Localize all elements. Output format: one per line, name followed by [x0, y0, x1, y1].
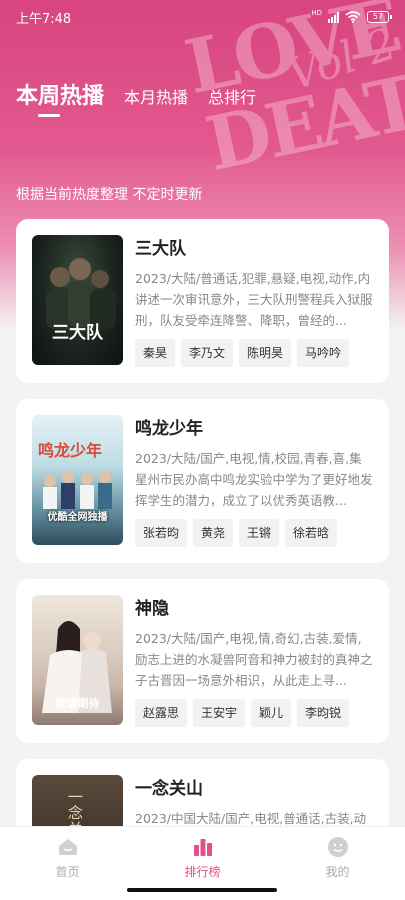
- ranking-icon: [193, 839, 212, 856]
- poster-image: 三大队: [32, 235, 123, 365]
- poster-caption: 敬请期待: [55, 697, 100, 710]
- cast-chip[interactable]: 黄尧: [193, 519, 234, 547]
- cast-chip[interactable]: 王锵: [239, 519, 280, 547]
- item-title: 鸣龙少年: [135, 419, 203, 439]
- active-tab-indicator: [38, 114, 60, 117]
- cast-chip[interactable]: 马吟吟: [297, 339, 350, 367]
- cast-chip[interactable]: 徐若晗: [285, 519, 338, 547]
- home-indicator: [127, 888, 277, 892]
- list-item[interactable]: 敬请期待 神隐 2023/大陆/国产,电视,情,奇幻,古装,爱情, 励志上进的水…: [16, 579, 389, 743]
- poster-figures: [46, 258, 116, 329]
- nav-home[interactable]: 首页: [28, 835, 108, 900]
- cellular-signal-icon: [328, 11, 339, 23]
- poster-caption: 三大队: [52, 323, 103, 343]
- poster-image: 鸣龙少年 优酷全网独播: [32, 415, 123, 545]
- cast-chip[interactable]: 陈明昊: [239, 339, 292, 367]
- tab-weekly[interactable]: 本周热播: [16, 78, 104, 110]
- item-title: 一念关山: [135, 779, 203, 799]
- item-meta: 2023/大陆/国产,电视,情,奇幻,古装,爱情,: [135, 631, 362, 646]
- cast-chip[interactable]: 秦昊: [135, 339, 176, 367]
- status-icons: HD 57: [311, 9, 392, 23]
- cast-chip[interactable]: 赵露思: [135, 699, 188, 727]
- list-item[interactable]: 鸣龙少年 优酷全网独播 鸣龙少年 2023/大陆/国产,电视,情,校园,青春,喜…: [16, 399, 389, 563]
- hd-label: HD: [311, 9, 322, 17]
- item-description: 励志上进的水凝兽阿音和神力被封的真神之子古晋因一场意外相识，从此走上寻...: [135, 652, 373, 688]
- item-title: 神隐: [135, 599, 169, 619]
- cast-chip[interactable]: 颖儿: [251, 699, 292, 727]
- tab-overall[interactable]: 总排行: [208, 84, 256, 110]
- poster-image: 敬请期待: [32, 595, 123, 725]
- nav-profile[interactable]: 我的: [298, 835, 378, 900]
- status-time: 上午7:48: [16, 11, 72, 27]
- list-item[interactable]: 三大队 三大队 2023/大陆/普通话,犯罪,悬疑,电视,动作,内 讲述一次审讯…: [16, 219, 389, 383]
- cast-chip[interactable]: 李乃文: [181, 339, 234, 367]
- item-meta: 2023/大陆/普通话,犯罪,悬疑,电视,动作,内: [135, 271, 371, 286]
- status-bar: 上午7:48 HD 57: [0, 0, 405, 34]
- item-description: 星州市民办高中鸣龙实验中学为了更好地发挥学生的潜力，成立了以优秀英语教...: [135, 472, 373, 508]
- cast-list: 张若昀 黄尧 王锵 徐若晗: [135, 519, 373, 547]
- tab-monthly[interactable]: 本月热播: [124, 84, 188, 110]
- nav-home-label: 首页: [55, 865, 80, 879]
- nav-ranking-label: 排行榜: [184, 865, 221, 879]
- cast-list: 赵露思 王安宇 颖儿 李昀锐: [135, 699, 373, 727]
- cast-chip[interactable]: 张若昀: [135, 519, 188, 547]
- cast-chip[interactable]: 李昀锐: [297, 699, 350, 727]
- wifi-icon: [345, 11, 361, 23]
- rank-subtitle: 根据当前热度整理 不定时更新: [16, 187, 203, 203]
- profile-icon: [327, 837, 348, 857]
- poster-figures: [43, 471, 112, 509]
- cast-list: 秦昊 李乃文 陈明昊 马吟吟: [135, 339, 373, 367]
- nav-profile-label: 我的: [325, 865, 350, 879]
- home-icon: [58, 839, 77, 855]
- item-title: 三大队: [135, 239, 186, 259]
- item-description: 讲述一次审讯意外，三大队刑警程兵入狱服刑，队友受牵连降警、降职，曾经的...: [135, 292, 373, 328]
- battery-icon: 57: [367, 11, 392, 23]
- rank-tabs: 本周热播 本月热播 总排行: [16, 78, 276, 110]
- poster-caption: 优酷全网独播: [47, 512, 108, 523]
- cast-chip[interactable]: 王安宇: [193, 699, 246, 727]
- item-meta: 2023/大陆/国产,电视,情,校园,青春,喜,集: [135, 451, 362, 466]
